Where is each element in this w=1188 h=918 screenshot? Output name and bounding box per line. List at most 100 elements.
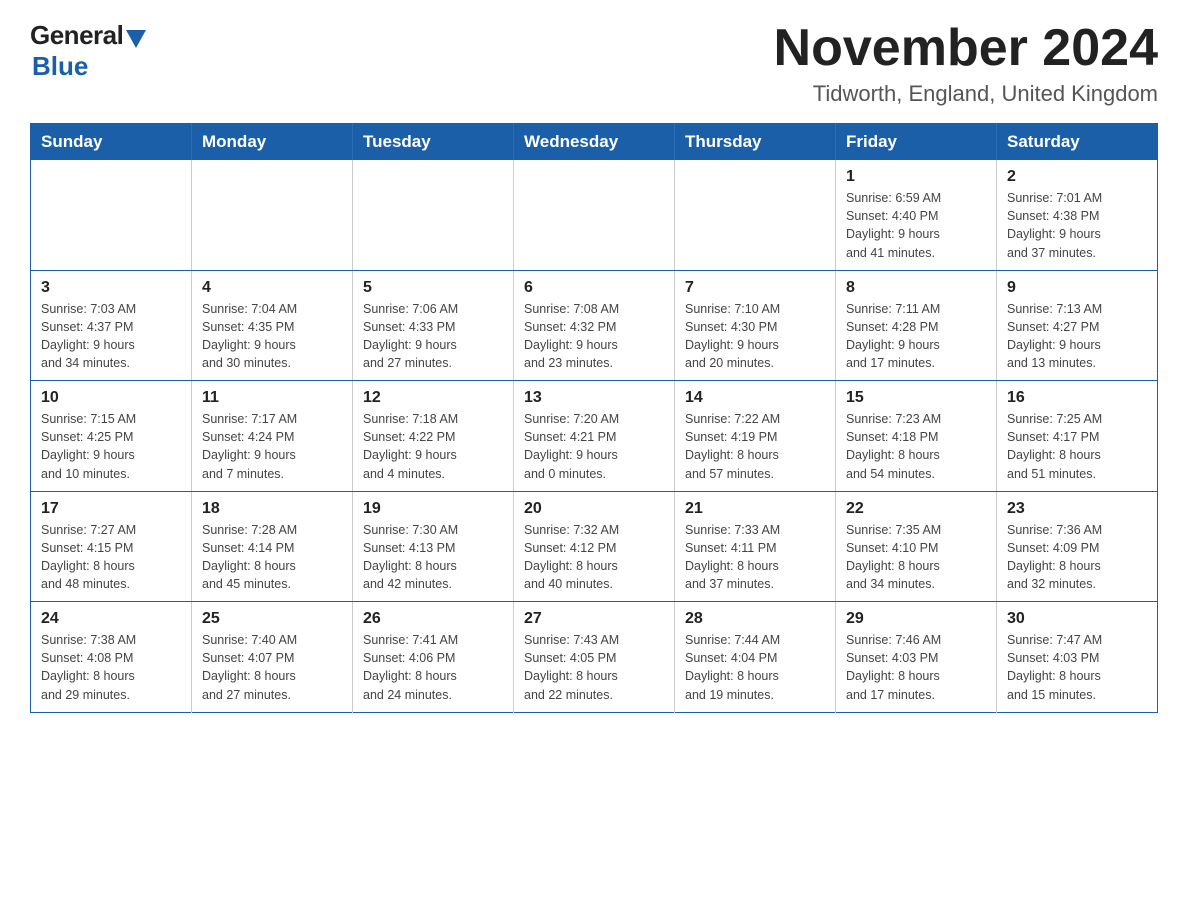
day-info: Sunrise: 7:32 AM Sunset: 4:12 PM Dayligh… [524, 523, 619, 591]
calendar-cell [514, 160, 675, 270]
day-number: 25 [202, 610, 342, 628]
day-info: Sunrise: 7:47 AM Sunset: 4:03 PM Dayligh… [1007, 633, 1102, 701]
logo: General Blue [30, 20, 146, 82]
calendar-cell: 4 Sunrise: 7:04 AM Sunset: 4:35 PM Daylig… [192, 270, 353, 381]
day-number: 26 [363, 610, 503, 628]
calendar-cell: 26 Sunrise: 7:41 AM Sunset: 4:06 PM Dayli… [353, 602, 514, 713]
day-info: Sunrise: 7:18 AM Sunset: 4:22 PM Dayligh… [363, 412, 458, 480]
day-info: Sunrise: 7:11 AM Sunset: 4:28 PM Dayligh… [846, 302, 940, 370]
day-number: 18 [202, 500, 342, 518]
title-block: November 2024 Tidworth, England, United … [774, 20, 1158, 107]
day-info: Sunrise: 7:44 AM Sunset: 4:04 PM Dayligh… [685, 633, 780, 701]
day-number: 19 [363, 500, 503, 518]
day-number: 21 [685, 500, 825, 518]
calendar-cell: 22 Sunrise: 7:35 AM Sunset: 4:10 PM Dayli… [836, 491, 997, 602]
calendar-cell [31, 160, 192, 270]
calendar-cell: 17 Sunrise: 7:27 AM Sunset: 4:15 PM Dayli… [31, 491, 192, 602]
day-info: Sunrise: 7:08 AM Sunset: 4:32 PM Dayligh… [524, 302, 619, 370]
calendar-cell: 5 Sunrise: 7:06 AM Sunset: 4:33 PM Daylig… [353, 270, 514, 381]
day-info: Sunrise: 7:38 AM Sunset: 4:08 PM Dayligh… [41, 633, 136, 701]
day-number: 4 [202, 279, 342, 297]
day-number: 7 [685, 279, 825, 297]
day-number: 12 [363, 389, 503, 407]
logo-triangle-icon [126, 30, 146, 48]
calendar-cell: 14Sunrise: 7:22 AM Sunset: 4:19 PM Dayli… [675, 381, 836, 492]
day-info: Sunrise: 7:04 AM Sunset: 4:35 PM Dayligh… [202, 302, 297, 370]
day-number: 2 [1007, 168, 1147, 186]
day-number: 20 [524, 500, 664, 518]
day-info: Sunrise: 7:23 AM Sunset: 4:18 PM Dayligh… [846, 412, 941, 480]
day-info: Sunrise: 7:06 AM Sunset: 4:33 PM Dayligh… [363, 302, 458, 370]
calendar-cell: 16 Sunrise: 7:25 AM Sunset: 4:17 PM Dayli… [997, 381, 1158, 492]
day-info: Sunrise: 7:40 AM Sunset: 4:07 PM Dayligh… [202, 633, 297, 701]
calendar-cell [192, 160, 353, 270]
day-info: Sunrise: 7:27 AM Sunset: 4:15 PM Dayligh… [41, 523, 136, 591]
day-number: 17 [41, 500, 181, 518]
calendar-cell: 29 Sunrise: 7:46 AM Sunset: 4:03 PM Dayli… [836, 602, 997, 713]
calendar-cell: 21 Sunrise: 7:33 AM Sunset: 4:11 PM Dayli… [675, 491, 836, 602]
location-subtitle: Tidworth, England, United Kingdom [774, 81, 1158, 107]
day-number: 22 [846, 500, 986, 518]
logo-general-text: General [30, 20, 123, 51]
calendar-cell: 25 Sunrise: 7:40 AM Sunset: 4:07 PM Dayli… [192, 602, 353, 713]
day-number: 23 [1007, 500, 1147, 518]
day-info: Sunrise: 7:46 AM Sunset: 4:03 PM Dayligh… [846, 633, 941, 701]
calendar-cell: 12 Sunrise: 7:18 AM Sunset: 4:22 PM Dayli… [353, 381, 514, 492]
calendar-cell: 9Sunrise: 7:13 AM Sunset: 4:27 PM Daylig… [997, 270, 1158, 381]
calendar-cell: 7 Sunrise: 7:10 AM Sunset: 4:30 PM Daylig… [675, 270, 836, 381]
month-title: November 2024 [774, 20, 1158, 77]
week-row-3: 10 Sunrise: 7:15 AM Sunset: 4:25 PM Dayli… [31, 381, 1158, 492]
day-info: Sunrise: 7:35 AM Sunset: 4:10 PM Dayligh… [846, 523, 941, 591]
day-info: Sunrise: 7:33 AM Sunset: 4:11 PM Dayligh… [685, 523, 780, 591]
calendar-cell: 23Sunrise: 7:36 AM Sunset: 4:09 PM Dayli… [997, 491, 1158, 602]
day-number: 29 [846, 610, 986, 628]
day-info: Sunrise: 7:25 AM Sunset: 4:17 PM Dayligh… [1007, 412, 1102, 480]
day-number: 16 [1007, 389, 1147, 407]
day-info: Sunrise: 7:41 AM Sunset: 4:06 PM Dayligh… [363, 633, 458, 701]
calendar-body: 1Sunrise: 6:59 AM Sunset: 4:40 PM Daylig… [31, 160, 1158, 712]
day-number: 30 [1007, 610, 1147, 628]
day-info: Sunrise: 7:17 AM Sunset: 4:24 PM Dayligh… [202, 412, 297, 480]
week-row-4: 17 Sunrise: 7:27 AM Sunset: 4:15 PM Dayli… [31, 491, 1158, 602]
calendar-cell: 27 Sunrise: 7:43 AM Sunset: 4:05 PM Dayli… [514, 602, 675, 713]
calendar-cell: 28Sunrise: 7:44 AM Sunset: 4:04 PM Dayli… [675, 602, 836, 713]
calendar-cell: 6 Sunrise: 7:08 AM Sunset: 4:32 PM Daylig… [514, 270, 675, 381]
day-number: 13 [524, 389, 664, 407]
day-number: 14 [685, 389, 825, 407]
calendar-table: SundayMondayTuesdayWednesdayThursdayFrid… [30, 123, 1158, 713]
calendar-header: SundayMondayTuesdayWednesdayThursdayFrid… [31, 124, 1158, 161]
day-number: 5 [363, 279, 503, 297]
day-info: Sunrise: 7:03 AM Sunset: 4:37 PM Dayligh… [41, 302, 136, 370]
calendar-cell: 19Sunrise: 7:30 AM Sunset: 4:13 PM Dayli… [353, 491, 514, 602]
day-info: Sunrise: 7:43 AM Sunset: 4:05 PM Dayligh… [524, 633, 619, 701]
week-row-2: 3 Sunrise: 7:03 AM Sunset: 4:37 PM Daylig… [31, 270, 1158, 381]
day-number: 3 [41, 279, 181, 297]
calendar-cell: 24 Sunrise: 7:38 AM Sunset: 4:08 PM Dayli… [31, 602, 192, 713]
day-number: 15 [846, 389, 986, 407]
day-info: Sunrise: 6:59 AM Sunset: 4:40 PM Dayligh… [846, 191, 941, 259]
day-number: 27 [524, 610, 664, 628]
day-number: 8 [846, 279, 986, 297]
day-info: Sunrise: 7:13 AM Sunset: 4:27 PM Dayligh… [1007, 302, 1102, 370]
logo-blue-text: Blue [32, 51, 88, 82]
day-number: 24 [41, 610, 181, 628]
calendar-cell: 10 Sunrise: 7:15 AM Sunset: 4:25 PM Dayli… [31, 381, 192, 492]
header-monday: Monday [192, 124, 353, 161]
header-friday: Friday [836, 124, 997, 161]
calendar-cell: 30 Sunrise: 7:47 AM Sunset: 4:03 PM Dayli… [997, 602, 1158, 713]
calendar-cell: 3 Sunrise: 7:03 AM Sunset: 4:37 PM Daylig… [31, 270, 192, 381]
day-info: Sunrise: 7:01 AM Sunset: 4:38 PM Dayligh… [1007, 191, 1102, 259]
header-thursday: Thursday [675, 124, 836, 161]
day-number: 11 [202, 389, 342, 407]
page-header: General Blue November 2024 Tidworth, Eng… [30, 20, 1158, 107]
day-info: Sunrise: 7:15 AM Sunset: 4:25 PM Dayligh… [41, 412, 136, 480]
day-info: Sunrise: 7:10 AM Sunset: 4:30 PM Dayligh… [685, 302, 780, 370]
calendar-cell: 2 Sunrise: 7:01 AM Sunset: 4:38 PM Daylig… [997, 160, 1158, 270]
day-number: 10 [41, 389, 181, 407]
header-saturday: Saturday [997, 124, 1158, 161]
calendar-cell: 18Sunrise: 7:28 AM Sunset: 4:14 PM Dayli… [192, 491, 353, 602]
calendar-cell: 20 Sunrise: 7:32 AM Sunset: 4:12 PM Dayli… [514, 491, 675, 602]
day-number: 6 [524, 279, 664, 297]
day-info: Sunrise: 7:20 AM Sunset: 4:21 PM Dayligh… [524, 412, 619, 480]
calendar-cell: 1Sunrise: 6:59 AM Sunset: 4:40 PM Daylig… [836, 160, 997, 270]
